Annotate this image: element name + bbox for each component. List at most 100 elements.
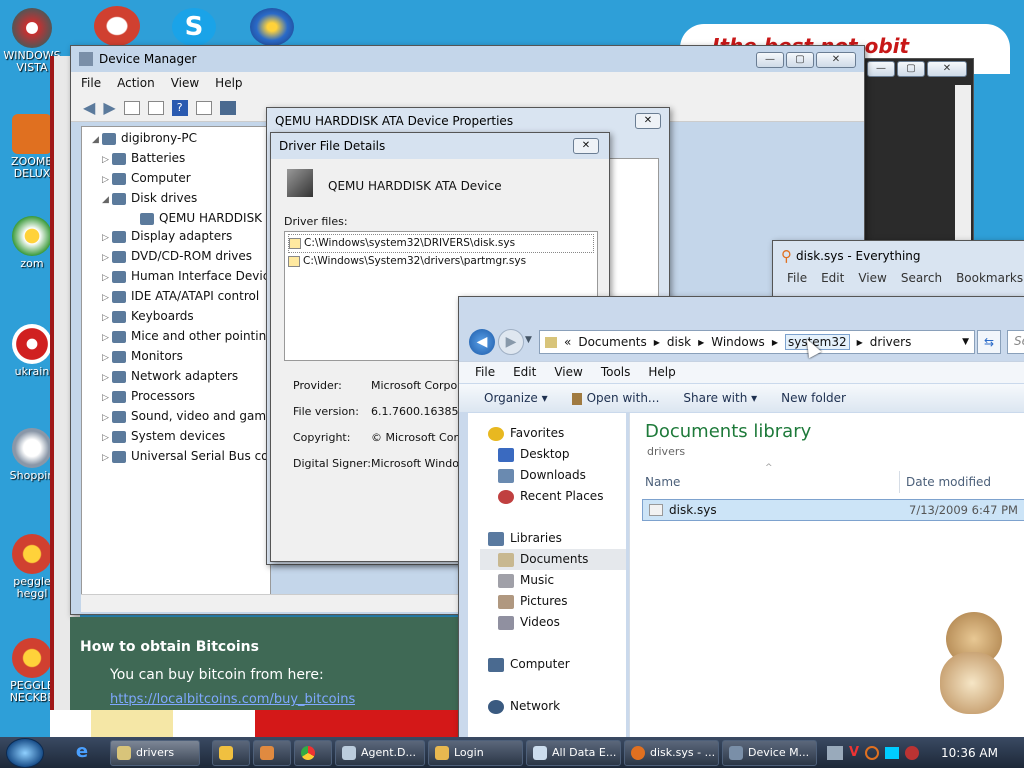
tree-device-item[interactable]: QEMU HARDDISK A: [92, 209, 270, 227]
scan-hardware-icon[interactable]: [219, 100, 236, 115]
peggle-top-icon[interactable]: [94, 6, 140, 46]
maximize-button[interactable]: ▢: [897, 61, 925, 77]
close-button[interactable]: ✕: [816, 52, 856, 68]
expander-icon[interactable]: ▷: [102, 151, 112, 169]
tray-antivirus-icon[interactable]: V: [849, 745, 859, 760]
nav-network[interactable]: Network: [488, 696, 626, 717]
nav-computer[interactable]: Computer: [488, 654, 626, 675]
breadcrumb-overflow[interactable]: «: [564, 335, 571, 349]
taskbar-button-drivers[interactable]: drivers: [110, 739, 200, 766]
taskbar-button-hamster[interactable]: [253, 739, 291, 766]
expander-icon[interactable]: ◢: [102, 191, 112, 209]
close-button[interactable]: ✕: [573, 138, 599, 154]
menu-view[interactable]: View: [171, 76, 199, 90]
bitcoin-link[interactable]: https://localbitcoins.com/buy_bitcoins: [110, 692, 355, 706]
column-header-name[interactable]: Name: [645, 475, 680, 489]
refresh-button[interactable]: ⇆: [977, 330, 1001, 354]
nav-pictures[interactable]: Pictures: [488, 591, 626, 612]
expander-icon[interactable]: ▷: [102, 429, 112, 447]
tree-category-item[interactable]: ▷ Batteries: [92, 149, 270, 169]
menu-action[interactable]: Action: [117, 76, 155, 90]
tree-category-item[interactable]: ▷ Computer: [92, 169, 270, 189]
menu-tools[interactable]: Tools: [601, 365, 631, 383]
tree-category-item[interactable]: ▷ Processors: [92, 387, 270, 407]
properties-titlebar[interactable]: QEMU HARDDISK ATA Device Properties: [267, 108, 669, 134]
recent-pages-dropdown[interactable]: ▼: [525, 335, 532, 345]
driver-details-titlebar[interactable]: Driver File Details: [271, 133, 609, 159]
expander-icon[interactable]: ▷: [102, 349, 112, 367]
expander-icon[interactable]: ▷: [102, 449, 112, 467]
maximize-button[interactable]: ▢: [786, 52, 814, 68]
tree-category-item[interactable]: ▷ Sound, video and game: [92, 407, 270, 427]
tree-category-item[interactable]: ▷ Network adapters: [92, 367, 270, 387]
expander-icon[interactable]: ▷: [102, 409, 112, 427]
device-manager-titlebar[interactable]: Device Manager: [71, 46, 864, 72]
back-button[interactable]: ◀: [469, 329, 495, 355]
hamster-character[interactable]: [936, 612, 1010, 716]
menu-file[interactable]: File: [81, 76, 101, 90]
driver-file-item[interactable]: C:\Windows\System32\drivers\partmgr.sys: [288, 253, 594, 270]
expander-icon[interactable]: ▷: [102, 269, 112, 287]
taskbar-button-media[interactable]: [212, 739, 250, 766]
expander-icon[interactable]: ▷: [102, 249, 112, 267]
nav-videos[interactable]: Videos: [488, 612, 626, 633]
skype-icon[interactable]: S: [172, 8, 216, 46]
address-bar[interactable]: « Documents ▶ disk ▶ Windows ▶ system32 ▶ dr…: [539, 330, 975, 354]
list-icon[interactable]: [147, 100, 164, 115]
breadcrumb-disk[interactable]: disk: [667, 335, 691, 349]
menu-help[interactable]: Help: [648, 365, 675, 383]
help-icon[interactable]: ?: [171, 99, 188, 116]
search-input[interactable]: Se: [1007, 330, 1024, 354]
globe-icon[interactable]: [250, 8, 294, 46]
forward-arrow-icon[interactable]: ▶: [103, 98, 115, 117]
chevron-right-icon[interactable]: ▶: [772, 338, 778, 347]
breadcrumb-drivers[interactable]: drivers: [870, 335, 912, 349]
chevron-right-icon[interactable]: ▶: [654, 338, 660, 347]
tree-category-item[interactable]: ▷ Monitors: [92, 347, 270, 367]
tree-category-item[interactable]: ▷ Mice and other pointing: [92, 327, 270, 347]
nav-music[interactable]: Music: [488, 570, 626, 591]
tree-category-item[interactable]: ▷ Keyboards: [92, 307, 270, 327]
taskbar-button-login[interactable]: Login: [428, 739, 523, 766]
properties-icon[interactable]: [123, 100, 140, 115]
taskbar-button-everything[interactable]: disk.sys - ...: [624, 739, 719, 766]
breadcrumb-documents[interactable]: Documents: [578, 335, 646, 349]
expander-icon[interactable]: ▷: [102, 289, 112, 307]
tray-display-icon[interactable]: [885, 746, 900, 759]
nav-libraries[interactable]: Libraries: [488, 528, 626, 549]
nav-downloads[interactable]: Downloads: [488, 465, 626, 486]
expander-icon[interactable]: ▷: [102, 309, 112, 327]
menu-file[interactable]: File: [787, 271, 807, 285]
expander-icon[interactable]: ▷: [102, 369, 112, 387]
start-button[interactable]: [6, 737, 44, 768]
share-with-button[interactable]: Share with ▾: [683, 391, 757, 405]
tree-category-item[interactable]: ▷ DVD/CD-ROM drives: [92, 247, 270, 267]
driver-file-item[interactable]: C:\Windows\system32\DRIVERS\disk.sys: [288, 234, 594, 253]
forward-button[interactable]: ▶: [498, 329, 524, 355]
nav-favorites[interactable]: Favorites: [488, 423, 626, 444]
breadcrumb-windows[interactable]: Windows: [711, 335, 765, 349]
menu-edit[interactable]: Edit: [821, 271, 844, 285]
expander-icon[interactable]: ▷: [102, 171, 112, 189]
expander-icon[interactable]: ▷: [102, 329, 112, 347]
menu-help[interactable]: Help: [215, 76, 242, 90]
nav-desktop[interactable]: Desktop: [488, 444, 626, 465]
tree-category-item[interactable]: ▷ Display adapters: [92, 227, 270, 247]
menu-file[interactable]: File: [475, 365, 495, 383]
file-row[interactable]: disk.sys 7/13/2009 6:47 PM: [642, 499, 1024, 521]
taskbar-button-all-data[interactable]: All Data E...: [526, 739, 621, 766]
column-header-date[interactable]: Date modified: [906, 475, 991, 489]
clock[interactable]: 10:36 AM: [941, 746, 998, 760]
everything-titlebar[interactable]: ⚲ disk.sys - Everything: [773, 241, 1024, 271]
menu-search[interactable]: Search: [901, 271, 942, 285]
tray-network-icon[interactable]: [827, 745, 843, 760]
nav-documents[interactable]: Documents: [480, 549, 626, 570]
tree-category-item[interactable]: ▷ Human Interface Device: [92, 267, 270, 287]
menu-bookmarks[interactable]: Bookmarks: [956, 271, 1023, 285]
minimize-button[interactable]: —: [867, 61, 895, 77]
tray-search-icon[interactable]: [865, 745, 880, 760]
taskbar-button-agent[interactable]: Agent.D...: [335, 739, 425, 766]
tree-category-item[interactable]: ◢ Disk drives: [92, 189, 270, 209]
close-button[interactable]: ✕: [927, 61, 967, 77]
tree-category-item[interactable]: ▷ IDE ATA/ATAPI control: [92, 287, 270, 307]
